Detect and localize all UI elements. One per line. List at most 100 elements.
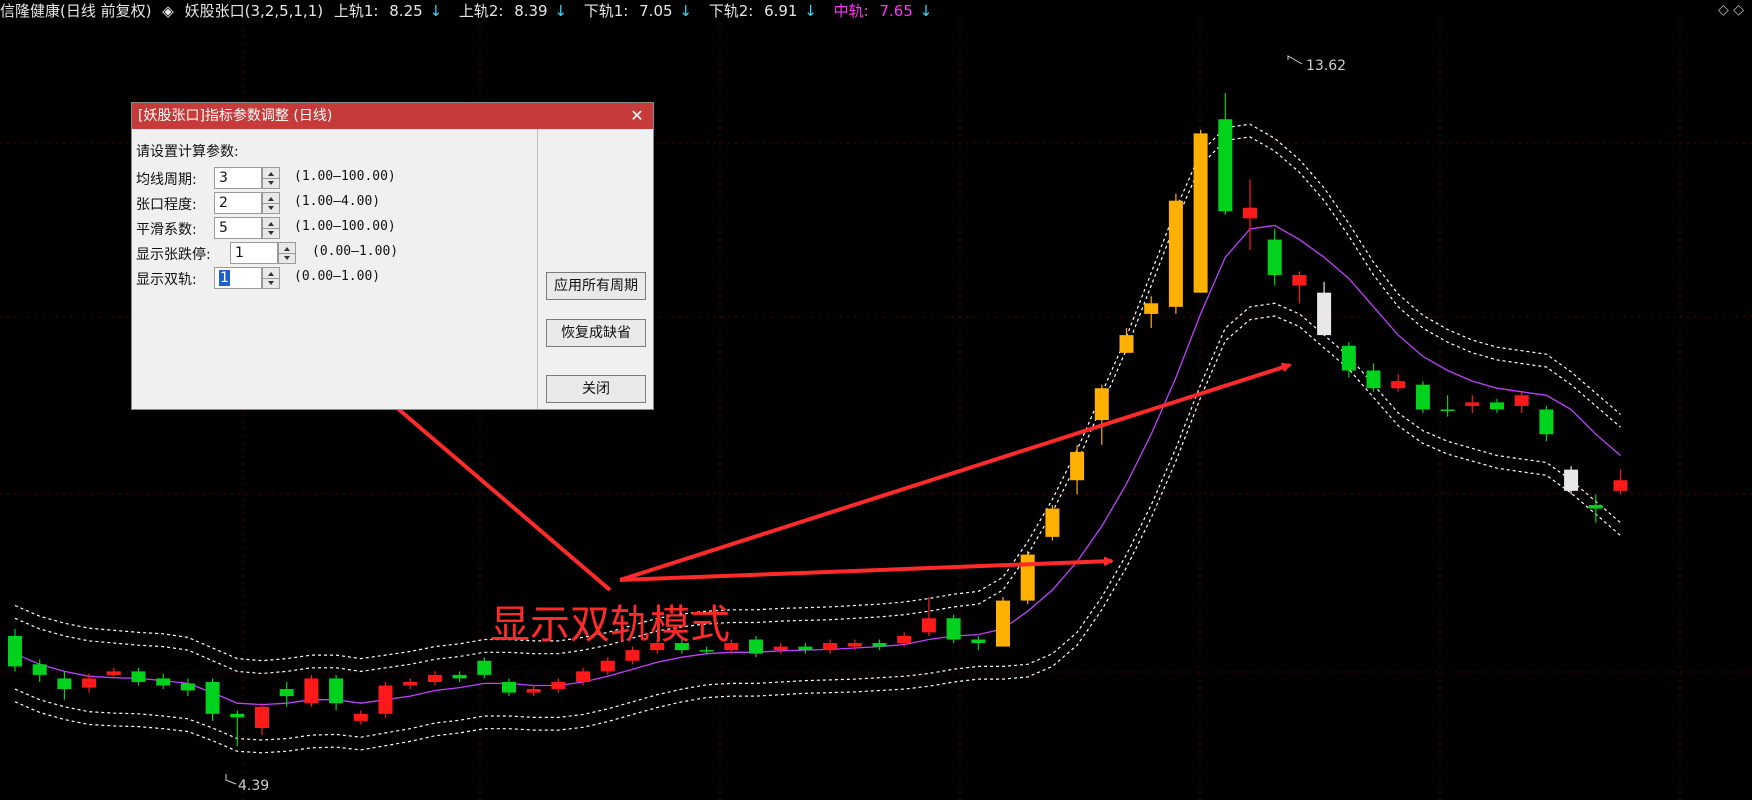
spread-input[interactable]: 2 [214,192,262,214]
lower2-label: 下轨2: [708,2,754,20]
upper-band-2: 上轨2: 8.39 ↓ [459,2,578,20]
candle-body [1144,303,1159,314]
candle-body [699,650,714,652]
candle-body [1366,370,1381,389]
param-label: 显示双轨: [136,272,197,288]
selected-value: 1 [219,270,230,286]
candle-body [1613,480,1628,491]
param-label: 平滑系数: [136,222,197,238]
candle-body [32,664,47,675]
candle-body [329,678,344,704]
candle-body [576,671,591,682]
param-row-ma-period: 均线周期: 3 (1.00—100.00) [136,167,536,189]
candle-body [1267,239,1282,275]
ma-period-input[interactable]: 3 [214,167,262,189]
candle-body [847,643,862,647]
high-price-label: 13.62 [1306,58,1346,74]
param-label: 显示张跌停: [136,247,211,263]
candle-body [1168,200,1183,307]
candle-body [1119,335,1134,353]
candle-body [1020,554,1035,601]
indicator-name[interactable]: 妖股张口(3,2,5,1,1) [185,2,324,20]
lower-band-2: 下轨2: 6.91 ↓ [709,2,828,20]
limit-show-input[interactable]: 1 [230,242,278,264]
dialog-prompt: 请设置计算参数: [136,144,239,160]
candle-body [526,689,541,693]
candle-body [1218,119,1233,212]
candle-body [131,671,146,682]
candle-body [773,646,788,651]
down-arrow-icon: ↓ [429,2,443,20]
annotation-text: 显示双轨模式 [490,602,730,648]
param-range: (1.00—100.00) [294,219,396,234]
down-arrow-icon: ↓ [679,2,692,20]
param-range: (1.00—100.00) [294,169,396,184]
dialog-title-bar[interactable]: [妖股张口]指标参数调整 (日线) ✕ [132,103,653,129]
smoothing-input[interactable]: 5 [214,217,262,239]
dialog-params-panel: 请设置计算参数: 均线周期: 3 (1.00—100.00) 张口程度: 2 (… [132,129,537,409]
candle-body [378,685,393,714]
param-row-dual-band: 显示双轨: 1 (0.00—1.00) [136,267,536,289]
mid-value: 7.65 [879,2,913,20]
candle-body [230,713,245,718]
candle-body [156,678,171,686]
candle-body [1490,402,1504,410]
window-control-icons[interactable]: ◇ ◇ [1718,2,1744,18]
close-icon[interactable]: ✕ [627,103,647,129]
candle-body [897,635,912,644]
candle-body [921,618,936,633]
candle-body [304,678,319,704]
candle-body [180,683,195,691]
stock-title[interactable]: 信隆健康(日线 前复权) [0,2,151,20]
mid-band: 中轨: 7.65 ↓ [834,2,939,20]
spinner-icon[interactable] [278,242,296,264]
candle-body [1465,402,1480,406]
candle-body [1317,292,1332,336]
upper2-label: 上轨2: [458,2,504,20]
restore-defaults-button[interactable]: 恢复成缺省 [546,319,646,347]
candle-body [1193,133,1208,293]
candle-body [255,706,269,728]
down-arrow-icon: ↓ [804,2,817,20]
high-marker-line [1287,55,1303,65]
candle-body [749,639,763,654]
candle-body [946,618,961,640]
candle-body [477,660,492,675]
arrow-to-lower-band [619,556,1114,582]
dual-band-input[interactable]: 1 [214,267,262,289]
indicator-header: 信隆健康(日线 前复权) ◈ 妖股张口(3,2,5,1,1) 上轨1: 8.25… [0,0,1752,22]
dialog-button-panel: 应用所有周期 恢复成缺省 关闭 [537,129,654,409]
candle-body [403,681,418,686]
spinner-icon[interactable] [262,217,280,239]
param-range: (0.00—1.00) [312,244,399,259]
candle-body [502,681,516,693]
param-row-smoothing: 平滑系数: 5 (1.00—100.00) [136,217,536,239]
candle-body [279,689,294,697]
close-button[interactable]: 关闭 [546,375,646,403]
candle-body [1292,274,1307,286]
candle-body [1094,388,1109,421]
lower1-value: 7.05 [639,2,673,20]
low-price-label: 4.39 [238,778,269,794]
spinner-icon[interactable] [262,192,280,214]
apply-all-periods-button[interactable]: 应用所有周期 [546,272,646,300]
spinner-icon[interactable] [262,267,280,289]
down-arrow-icon: ↓ [919,2,933,20]
mid-label: 中轨: [833,2,869,20]
candle-body [57,678,72,690]
spinner-icon[interactable] [262,167,280,189]
candle-body [1341,345,1356,371]
candle-body [353,713,368,721]
candle-body [427,674,442,682]
indicator-gear-icon[interactable]: ◈ [162,2,174,20]
upper1-value: 8.25 [389,2,423,20]
candle-body [1415,384,1430,410]
candle-body [1514,395,1529,406]
parameter-dialog: [妖股张口]指标参数调整 (日线) ✕ 请设置计算参数: 均线周期: 3 (1.… [131,102,654,410]
candle-body [551,681,566,690]
low-marker-line [225,774,237,785]
candle-body [625,650,640,661]
lower1-label: 下轨1: [583,2,629,20]
candle-body [996,600,1010,647]
param-label: 均线周期: [136,172,197,188]
